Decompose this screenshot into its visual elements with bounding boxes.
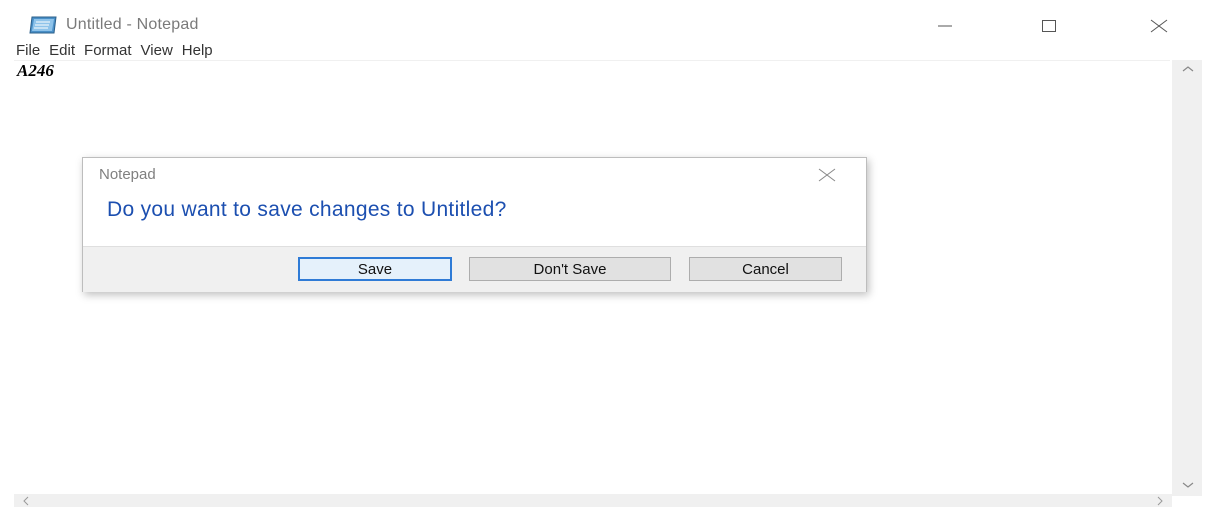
notepad-icon xyxy=(28,15,58,35)
save-button[interactable]: Save xyxy=(298,257,452,281)
close-button[interactable] xyxy=(1136,10,1182,42)
dont-save-button[interactable]: Don't Save xyxy=(469,257,671,281)
cancel-button[interactable]: Cancel xyxy=(689,257,842,281)
scroll-right-icon[interactable] xyxy=(1154,494,1166,506)
dialog-close-button[interactable] xyxy=(815,166,839,184)
vertical-scrollbar[interactable] xyxy=(1172,60,1202,496)
menu-bar: File Edit Format View Help xyxy=(16,43,222,61)
scroll-up-icon[interactable] xyxy=(1181,62,1195,76)
minimize-button[interactable] xyxy=(922,10,968,42)
close-icon xyxy=(1150,19,1168,33)
title-bar: Untitled - Notepad xyxy=(0,0,1205,42)
menu-format[interactable]: Format xyxy=(84,43,137,61)
minimize-icon xyxy=(938,25,952,27)
scroll-down-icon[interactable] xyxy=(1181,478,1195,492)
dialog-title: Notepad xyxy=(99,166,156,183)
menu-edit[interactable]: Edit xyxy=(49,43,80,61)
dialog-button-bar: Save Don't Save Cancel xyxy=(83,246,866,292)
menu-file[interactable]: File xyxy=(16,43,45,61)
editor-content: A246 xyxy=(17,61,54,80)
save-changes-dialog: Notepad Do you want to save changes to U… xyxy=(82,157,867,292)
horizontal-scrollbar[interactable] xyxy=(14,494,1172,507)
window-title: Untitled - Notepad xyxy=(66,16,199,33)
dialog-message: Do you want to save changes to Untitled? xyxy=(107,198,507,221)
scroll-left-icon[interactable] xyxy=(20,494,32,506)
notepad-window: Untitled - Notepad File Edit Format View… xyxy=(0,0,1205,507)
maximize-icon xyxy=(1042,20,1056,32)
menu-view[interactable]: View xyxy=(141,43,178,61)
maximize-button[interactable] xyxy=(1026,10,1072,42)
close-icon xyxy=(818,168,836,182)
menu-help[interactable]: Help xyxy=(182,43,218,61)
